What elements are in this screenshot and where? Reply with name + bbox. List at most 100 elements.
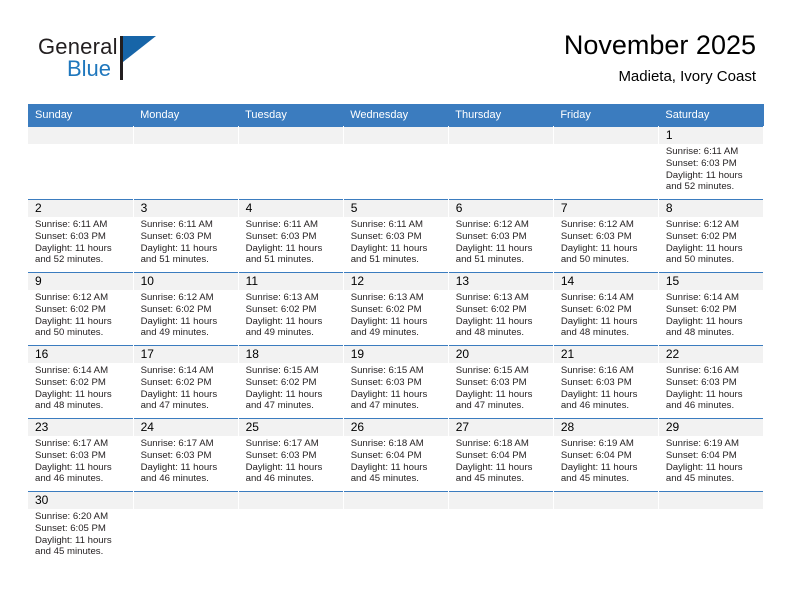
sunset-text: Sunset: 6:04 PM bbox=[350, 449, 422, 461]
day-details: Sunrise: 6:11 AM Sunset: 6:03 PM Daylight:… bbox=[239, 217, 343, 266]
day-cell[interactable]: 13 Sunrise: 6:13 AM Sunset: 6:02 PM Dayligh… bbox=[448, 272, 554, 346]
day-cell[interactable]: 4 Sunrise: 6:11 AM Sunset: 6:03 PM Daylight… bbox=[238, 199, 344, 273]
day-cell-content: 29 Sunrise: 6:19 AM Sunset: 6:04 PM Dayligh… bbox=[658, 419, 763, 491]
day-cell[interactable]: 15 Sunrise: 6:14 AM Sunset: 6:02 PM Dayligh… bbox=[658, 272, 765, 346]
sunset-text: Sunset: 6:04 PM bbox=[455, 449, 527, 461]
sunset-text: Sunset: 6:02 PM bbox=[665, 303, 737, 315]
day-cell[interactable]: 14 Sunrise: 6:14 AM Sunset: 6:02 PM Dayligh… bbox=[553, 272, 659, 346]
sunset-text: Sunset: 6:02 PM bbox=[455, 303, 527, 315]
day-number bbox=[343, 492, 448, 509]
day-cell[interactable]: 20 Sunrise: 6:15 AM Sunset: 6:03 PM Dayligh… bbox=[448, 345, 554, 419]
page-title: November 2025 bbox=[563, 30, 756, 60]
weekday-header-tuesday: Tuesday bbox=[238, 104, 344, 127]
day-cell[interactable]: 11 Sunrise: 6:13 AM Sunset: 6:02 PM Dayligh… bbox=[238, 272, 344, 346]
daylight-text: Daylight: 11 hours and 48 minutes. bbox=[35, 388, 112, 412]
day-cell-content bbox=[343, 492, 448, 564]
week-row: 16 Sunrise: 6:14 AM Sunset: 6:02 PM Dayligh… bbox=[28, 345, 765, 419]
day-cell[interactable]: 30 Sunrise: 6:20 AM Sunset: 6:05 PM Dayligh… bbox=[28, 491, 134, 564]
day-details: Sunrise: 6:14 AM Sunset: 6:02 PM Daylight:… bbox=[554, 290, 658, 339]
sunrise-text: Sunrise: 6:12 AM bbox=[455, 219, 529, 230]
sunrise-text: Sunrise: 6:11 AM bbox=[350, 219, 424, 230]
weekday-header-thursday: Thursday bbox=[448, 104, 554, 127]
day-cell-content bbox=[343, 127, 448, 199]
page-subtitle: Madieta, Ivory Coast bbox=[618, 68, 756, 85]
day-number: 24 bbox=[133, 419, 238, 436]
sunrise-text: Sunrise: 6:14 AM bbox=[665, 292, 739, 303]
day-cell[interactable]: 1 Sunrise: 6:11 AM Sunset: 6:03 PM Daylight… bbox=[658, 126, 765, 200]
day-cell[interactable]: 3 Sunrise: 6:11 AM Sunset: 6:03 PM Daylight… bbox=[133, 199, 239, 273]
sunrise-text: Sunrise: 6:12 AM bbox=[35, 292, 109, 303]
day-cell-empty bbox=[553, 126, 659, 200]
day-cell[interactable]: 24 Sunrise: 6:17 AM Sunset: 6:03 PM Dayligh… bbox=[133, 418, 239, 492]
daylight-text: Daylight: 11 hours and 52 minutes. bbox=[35, 242, 112, 266]
day-cell[interactable]: 12 Sunrise: 6:13 AM Sunset: 6:02 PM Dayligh… bbox=[343, 272, 449, 346]
day-number: 12 bbox=[343, 273, 448, 290]
sunset-text: Sunset: 6:03 PM bbox=[350, 230, 422, 242]
day-cell[interactable]: 22 Sunrise: 6:16 AM Sunset: 6:03 PM Dayligh… bbox=[658, 345, 765, 419]
sunset-text: Sunset: 6:03 PM bbox=[665, 157, 737, 169]
generalblue-logo[interactable]: General Blue bbox=[38, 34, 228, 92]
day-cell[interactable]: 25 Sunrise: 6:17 AM Sunset: 6:03 PM Dayligh… bbox=[238, 418, 344, 492]
sunset-text: Sunset: 6:03 PM bbox=[35, 449, 106, 461]
sunset-text: Sunset: 6:02 PM bbox=[140, 376, 212, 388]
logo-text-blue: Blue bbox=[67, 56, 112, 81]
day-details: Sunrise: 6:20 AM Sunset: 6:05 PM Daylight:… bbox=[28, 509, 133, 558]
daylight-text: Daylight: 11 hours and 49 minutes. bbox=[140, 315, 218, 339]
day-cell-empty bbox=[553, 491, 659, 564]
day-details: Sunrise: 6:13 AM Sunset: 6:02 PM Daylight:… bbox=[239, 290, 343, 339]
day-cell[interactable]: 17 Sunrise: 6:14 AM Sunset: 6:02 PM Dayligh… bbox=[133, 345, 239, 419]
day-cell[interactable]: 26 Sunrise: 6:18 AM Sunset: 6:04 PM Dayligh… bbox=[343, 418, 449, 492]
day-details: Sunrise: 6:17 AM Sunset: 6:03 PM Daylight:… bbox=[28, 436, 133, 485]
day-cell[interactable]: 6 Sunrise: 6:12 AM Sunset: 6:03 PM Daylight… bbox=[448, 199, 554, 273]
daylight-text: Daylight: 11 hours and 46 minutes. bbox=[140, 461, 218, 485]
day-number bbox=[238, 127, 343, 144]
day-details: Sunrise: 6:11 AM Sunset: 6:03 PM Daylight:… bbox=[134, 217, 238, 266]
sunrise-text: Sunrise: 6:17 AM bbox=[245, 438, 319, 449]
day-cell-content: 30 Sunrise: 6:20 AM Sunset: 6:05 PM Dayligh… bbox=[28, 492, 133, 564]
day-cell[interactable]: 27 Sunrise: 6:18 AM Sunset: 6:04 PM Dayligh… bbox=[448, 418, 554, 492]
day-cell[interactable]: 28 Sunrise: 6:19 AM Sunset: 6:04 PM Dayligh… bbox=[553, 418, 659, 492]
weekday-header-wednesday: Wednesday bbox=[343, 104, 449, 127]
day-cell[interactable]: 21 Sunrise: 6:16 AM Sunset: 6:03 PM Dayligh… bbox=[553, 345, 659, 419]
week-row: 30 Sunrise: 6:20 AM Sunset: 6:05 PM Dayligh… bbox=[28, 491, 765, 564]
day-details: Sunrise: 6:12 AM Sunset: 6:02 PM Daylight:… bbox=[659, 217, 763, 266]
day-number bbox=[553, 492, 658, 509]
sunset-text: Sunset: 6:03 PM bbox=[560, 230, 632, 242]
sunrise-text: Sunrise: 6:15 AM bbox=[350, 365, 424, 376]
day-cell[interactable]: 2 Sunrise: 6:11 AM Sunset: 6:03 PM Daylight… bbox=[28, 199, 134, 273]
day-cell[interactable]: 9 Sunrise: 6:12 AM Sunset: 6:02 PM Daylight… bbox=[28, 272, 134, 346]
sunrise-text: Sunrise: 6:15 AM bbox=[245, 365, 319, 376]
day-cell[interactable]: 19 Sunrise: 6:15 AM Sunset: 6:03 PM Dayligh… bbox=[343, 345, 449, 419]
day-cell[interactable]: 7 Sunrise: 6:12 AM Sunset: 6:03 PM Daylight… bbox=[553, 199, 659, 273]
day-cell-empty bbox=[343, 126, 449, 200]
weekday-header-monday: Monday bbox=[133, 104, 239, 127]
day-cell-content: 9 Sunrise: 6:12 AM Sunset: 6:02 PM Daylight… bbox=[28, 273, 133, 345]
day-cell[interactable]: 8 Sunrise: 6:12 AM Sunset: 6:02 PM Daylight… bbox=[658, 199, 765, 273]
day-number: 8 bbox=[658, 200, 763, 217]
sunrise-text: Sunrise: 6:17 AM bbox=[140, 438, 214, 449]
day-cell[interactable]: 29 Sunrise: 6:19 AM Sunset: 6:04 PM Dayligh… bbox=[658, 418, 765, 492]
day-cell[interactable]: 23 Sunrise: 6:17 AM Sunset: 6:03 PM Dayligh… bbox=[28, 418, 134, 492]
day-cell-content: 16 Sunrise: 6:14 AM Sunset: 6:02 PM Dayligh… bbox=[28, 346, 133, 418]
day-cell[interactable]: 18 Sunrise: 6:15 AM Sunset: 6:02 PM Dayligh… bbox=[238, 345, 344, 419]
day-cell-content: 26 Sunrise: 6:18 AM Sunset: 6:04 PM Dayligh… bbox=[343, 419, 448, 491]
sunrise-text: Sunrise: 6:14 AM bbox=[35, 365, 109, 376]
daylight-text: Daylight: 11 hours and 46 minutes. bbox=[245, 461, 323, 485]
day-details: Sunrise: 6:18 AM Sunset: 6:04 PM Daylight:… bbox=[344, 436, 448, 485]
day-cell[interactable]: 10 Sunrise: 6:12 AM Sunset: 6:02 PM Dayligh… bbox=[133, 272, 239, 346]
day-number bbox=[28, 127, 133, 144]
day-number: 1 bbox=[658, 127, 763, 144]
day-details: Sunrise: 6:14 AM Sunset: 6:02 PM Daylight:… bbox=[28, 363, 133, 412]
day-number: 26 bbox=[343, 419, 448, 436]
day-cell[interactable]: 5 Sunrise: 6:11 AM Sunset: 6:03 PM Daylight… bbox=[343, 199, 449, 273]
day-cell-content: 20 Sunrise: 6:15 AM Sunset: 6:03 PM Dayligh… bbox=[448, 346, 553, 418]
day-number: 10 bbox=[133, 273, 238, 290]
day-details: Sunrise: 6:17 AM Sunset: 6:03 PM Daylight:… bbox=[239, 436, 343, 485]
day-number: 22 bbox=[658, 346, 763, 363]
day-cell[interactable]: 16 Sunrise: 6:14 AM Sunset: 6:02 PM Dayligh… bbox=[28, 345, 134, 419]
day-number: 25 bbox=[238, 419, 343, 436]
day-details: Sunrise: 6:19 AM Sunset: 6:04 PM Daylight:… bbox=[554, 436, 658, 485]
sunset-text: Sunset: 6:03 PM bbox=[455, 230, 527, 242]
sunrise-text: Sunrise: 6:12 AM bbox=[560, 219, 634, 230]
daylight-text: Daylight: 11 hours and 51 minutes. bbox=[455, 242, 533, 266]
